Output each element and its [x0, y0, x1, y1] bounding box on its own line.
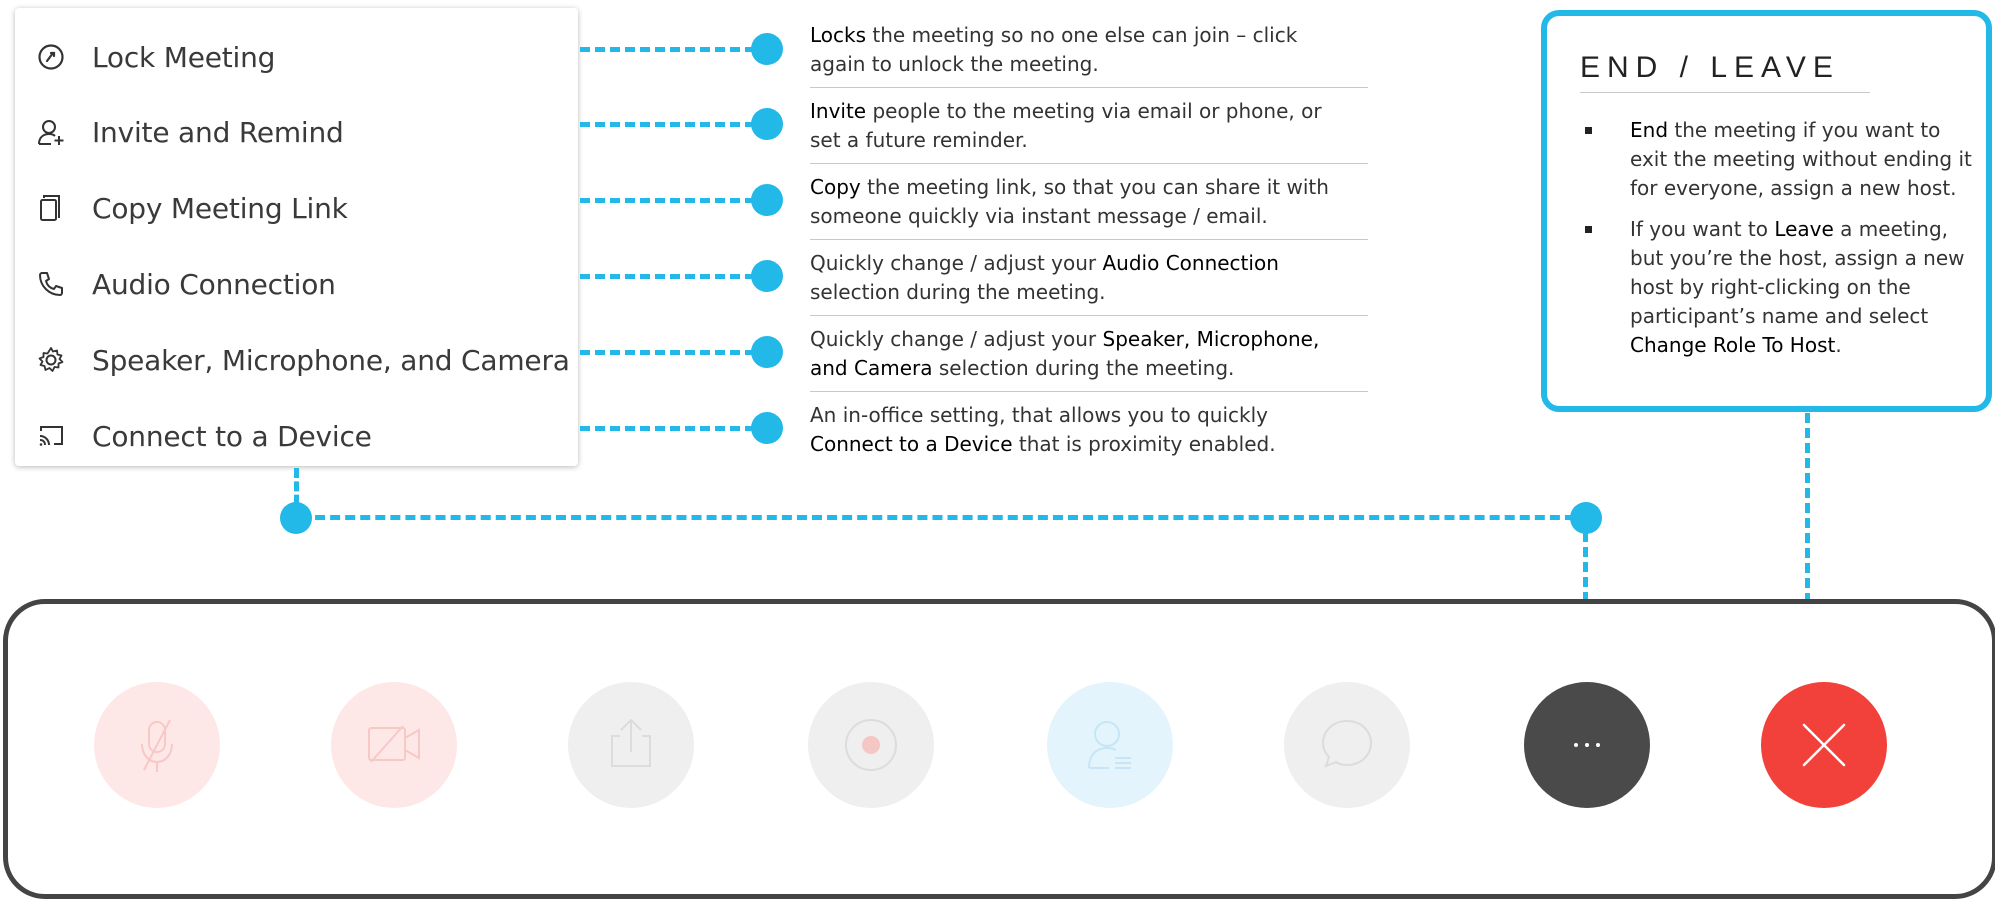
- menu-item-speaker-microphone-camera[interactable]: Speaker, Microphone, and Camera: [15, 328, 578, 392]
- divider: [810, 391, 1368, 392]
- chat-icon: [1321, 719, 1373, 768]
- connector-line: [580, 426, 755, 431]
- record-button[interactable]: [808, 682, 934, 808]
- divider: [810, 239, 1368, 240]
- meeting-toolbar: [3, 599, 1995, 899]
- connector-dot: [1570, 502, 1602, 534]
- mute-button[interactable]: [94, 682, 220, 808]
- connector-line: [580, 274, 755, 279]
- record-icon: [845, 719, 897, 771]
- menu-item-copy-meeting-link[interactable]: Copy Meeting Link: [15, 176, 578, 240]
- chat-button[interactable]: [1284, 682, 1410, 808]
- connector-line: [580, 198, 755, 203]
- copy-icon: [40, 195, 60, 221]
- description-copy-meeting-link: Copy the meeting link, so that you can s…: [810, 175, 1329, 228]
- menu-item-label: Invite and Remind: [92, 115, 344, 149]
- connector-dot: [751, 412, 783, 444]
- more-options-button[interactable]: [1524, 682, 1650, 808]
- close-icon: [1802, 723, 1846, 767]
- bold-term: Change Role To Host: [1630, 333, 1836, 357]
- connector-dot: [751, 336, 783, 368]
- menu-item-label: Speaker, Microphone, and Camera: [92, 343, 570, 377]
- connector-line: [300, 515, 1590, 520]
- stop-video-button[interactable]: [331, 682, 457, 808]
- bold-term: Connect to a Device: [810, 432, 1013, 456]
- divider: [810, 315, 1368, 316]
- participants-button[interactable]: [1047, 682, 1173, 808]
- menu-item-label: Connect to a Device: [92, 419, 372, 453]
- bold-term: Invite: [810, 99, 867, 123]
- cast-icon: [39, 426, 63, 446]
- bullet-marker: [1585, 127, 1592, 134]
- connector-line: [580, 350, 755, 355]
- connector-line: [580, 47, 755, 52]
- gear-icon: [38, 347, 64, 372]
- connector-dot: [751, 260, 783, 292]
- connector-dot: [751, 184, 783, 216]
- menu-item-lock-meeting[interactable]: Lock Meeting: [15, 25, 578, 89]
- connector-line: [580, 122, 755, 127]
- connector-dot: [751, 108, 783, 140]
- menu-item-connect-to-device[interactable]: Connect to a Device: [15, 404, 578, 468]
- divider: [1580, 92, 1870, 93]
- bold-term: Audio Connection: [1102, 251, 1279, 275]
- phone-icon: [39, 272, 63, 296]
- description-invite-and-remind: Invite people to the meeting via email o…: [810, 99, 1322, 152]
- menu-item-label: Copy Meeting Link: [92, 191, 348, 225]
- description-speaker-microphone-camera: Quickly change / adjust your Speaker, Mi…: [810, 327, 1320, 380]
- description-connect-to-device: An in-office setting, that allows you to…: [810, 403, 1276, 456]
- bullet-marker: [1585, 226, 1592, 233]
- microphone-muted-icon: [141, 719, 173, 772]
- menu-item-label: Audio Connection: [92, 267, 336, 301]
- menu-item-audio-connection[interactable]: Audio Connection: [15, 252, 578, 316]
- menu-item-label: Lock Meeting: [92, 40, 276, 74]
- participants-icon: [1088, 721, 1131, 769]
- video-off-icon: [368, 725, 420, 763]
- connector-line: [1583, 532, 1588, 602]
- connector-dot: [751, 33, 783, 65]
- description-lock-meeting: Locks the meeting so no one else can joi…: [810, 23, 1298, 76]
- bold-term: End: [1630, 118, 1669, 142]
- description-audio-connection: Quickly change / adjust your Audio Conne…: [810, 251, 1279, 304]
- divider: [810, 87, 1368, 88]
- end-leave-list: End the meeting if you want to exit the …: [1580, 116, 1980, 372]
- share-icon: [611, 718, 651, 767]
- meeting-options-menu: Lock Meeting Invite and Remind Copy Meet…: [15, 8, 578, 466]
- divider: [810, 163, 1368, 164]
- add-person-icon: [38, 120, 64, 145]
- more-options-icon: [1574, 743, 1600, 747]
- share-button[interactable]: [568, 682, 694, 808]
- end-leave-panel: END / LEAVE End the meeting if you want …: [1541, 10, 1992, 412]
- leave-bullet: If you want to Leave a meeting, but you’…: [1580, 215, 1980, 360]
- bold-term: Locks: [810, 23, 867, 47]
- end-leave-title: END / LEAVE: [1580, 51, 1840, 84]
- bold-term: Leave: [1774, 217, 1834, 241]
- end-bullet: End the meeting if you want to exit the …: [1580, 116, 1980, 203]
- connector-line: [1805, 413, 1810, 603]
- menu-item-invite-and-remind[interactable]: Invite and Remind: [15, 100, 578, 164]
- bold-term: Copy: [810, 175, 861, 199]
- end-leave-button[interactable]: [1761, 682, 1887, 808]
- lock-icon: [38, 44, 64, 70]
